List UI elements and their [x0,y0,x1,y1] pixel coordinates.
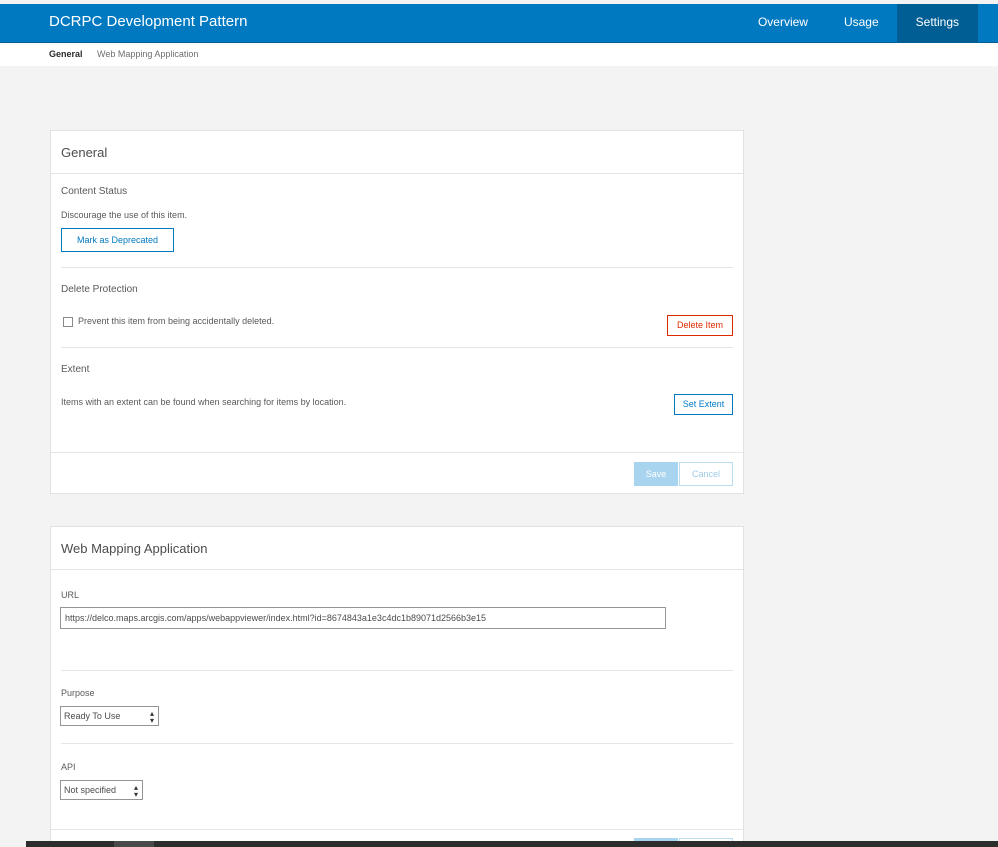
purpose-select[interactable]: Ready To Use ▴ ▾ [60,706,159,726]
delete-protection-label: Delete Protection [61,284,138,295]
url-field[interactable]: https://delco.maps.arcgis.com/apps/webap… [60,607,666,629]
divider [61,743,733,744]
purpose-label: Purpose [61,688,95,698]
content-status-text: Discourage the use of this item. [61,210,188,220]
purpose-select-value: Ready To Use [64,711,121,721]
web-mapping-application-heading: Web Mapping Application [61,541,208,556]
item-tabs: Overview Usage Settings [740,4,998,43]
web-mapping-application-panel: Web Mapping Application URL https://delc… [50,526,744,847]
url-label: URL [61,590,80,600]
extent-text: Items with an extent can be found when s… [61,397,347,407]
general-panel-header: General [51,131,743,174]
select-arrows-icon: ▴ ▾ [149,709,154,725]
divider [61,347,733,348]
mark-deprecated-button[interactable]: Mark as Deprecated [61,228,174,252]
divider [51,452,743,453]
divider [61,267,733,268]
top-navigation-bar: DCRPC Development Pattern Overview Usage… [0,4,998,43]
tab-settings[interactable]: Settings [896,4,978,43]
subnav-general[interactable]: General [49,49,83,59]
set-extent-button[interactable]: Set Extent [674,394,733,415]
divider [51,829,743,830]
subnav-web-mapping-application[interactable]: Web Mapping Application [97,49,198,59]
save-button[interactable]: Save [634,462,678,486]
content-status-label: Content Status [61,186,128,197]
taskbar [0,841,998,847]
tab-usage[interactable]: Usage [826,4,897,43]
select-arrows-icon: ▴ ▾ [133,783,138,799]
settings-subnav: General Web Mapping Application [0,43,998,66]
api-select[interactable]: Not specified ▴ ▾ [60,780,143,800]
extent-label: Extent [61,364,90,375]
delete-item-button[interactable]: Delete Item [667,315,733,336]
delete-protection-checkbox[interactable] [63,317,73,327]
web-mapping-application-header: Web Mapping Application [51,527,743,570]
divider [61,670,733,671]
delete-protection-checkbox-label: Prevent this item from being accidentall… [78,316,275,326]
api-label: API [61,762,76,772]
tab-overview[interactable]: Overview [740,4,826,43]
taskbar-item[interactable] [0,841,26,847]
general-panel: General Content Status Discourage the us… [50,130,744,494]
taskbar-item[interactable] [114,841,154,847]
api-select-value: Not specified [64,785,117,795]
cancel-button[interactable]: Cancel [679,462,733,486]
general-heading: General [61,145,108,160]
item-title: DCRPC Development Pattern [49,13,248,30]
